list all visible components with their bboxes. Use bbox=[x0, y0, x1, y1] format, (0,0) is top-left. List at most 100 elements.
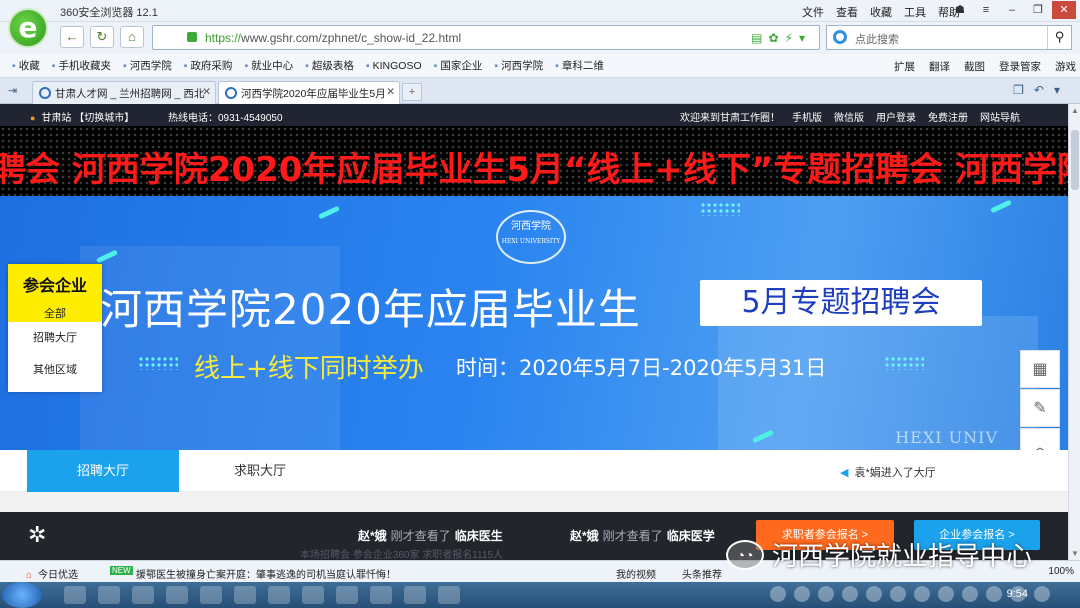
app-icon[interactable] bbox=[200, 586, 222, 604]
app-icon[interactable] bbox=[166, 586, 188, 604]
tray-icon[interactable] bbox=[938, 586, 954, 602]
headline-link[interactable]: 头条推荐 bbox=[682, 566, 722, 581]
search-icon[interactable]: ⚲ bbox=[1047, 26, 1071, 49]
tray-icon[interactable] bbox=[842, 586, 858, 602]
screenshot-button[interactable]: 截图 bbox=[964, 59, 985, 74]
qrcode-icon[interactable]: ▦ bbox=[1020, 350, 1060, 388]
scroll-down-icon[interactable]: ▼ bbox=[1069, 549, 1080, 558]
site-nav-link[interactable]: 网站导航 bbox=[980, 109, 1020, 124]
fav-item[interactable]: 就业中心 bbox=[244, 58, 293, 73]
decor-dots bbox=[884, 356, 924, 370]
exhibitor-all[interactable]: 全部 bbox=[8, 305, 102, 321]
start-button[interactable] bbox=[2, 582, 42, 608]
refresh-button[interactable]: ↻ bbox=[90, 26, 114, 48]
tray-icon[interactable] bbox=[770, 586, 786, 602]
app-icon[interactable] bbox=[404, 586, 426, 604]
translate-button[interactable]: 翻译 bbox=[929, 59, 950, 74]
new-tab-button[interactable]: + bbox=[402, 83, 422, 101]
ie-icon[interactable] bbox=[64, 586, 86, 604]
tray-icon[interactable] bbox=[890, 586, 906, 602]
app-icon[interactable] bbox=[438, 586, 460, 604]
tab-jobseeker-hall[interactable]: 求职大厅 bbox=[234, 450, 286, 492]
tray-icon[interactable] bbox=[986, 586, 1002, 602]
minimize-icon[interactable]: – bbox=[1000, 1, 1024, 19]
fav-item[interactable]: 章科二维 bbox=[555, 58, 604, 73]
skin-icon[interactable]: ☗ bbox=[948, 1, 972, 19]
decor-dash bbox=[317, 205, 341, 220]
news-ticker[interactable]: 援鄂医生被撞身亡案开庭：肇事逃逸的司机当庭认罪忏悔！ bbox=[136, 566, 396, 581]
menu-file[interactable]: 文件 bbox=[802, 4, 824, 20]
exhibitor-other[interactable]: 其他区域 bbox=[8, 354, 102, 386]
scroll-up-icon[interactable]: ▲ bbox=[1069, 106, 1080, 115]
windows-taskbar: 9:54 bbox=[0, 582, 1080, 608]
sidebar-toggle-icon[interactable]: ⇥ bbox=[8, 84, 17, 97]
tab-hexi[interactable]: 河西学院2020年应届毕业生5月 ✕ bbox=[218, 81, 400, 104]
browser-titlebar: 360安全浏览器 12.1 文件 查看 收藏 工具 帮助 ☗ ≡ – ❐ ✕ bbox=[0, 0, 1080, 22]
zoom-level[interactable]: 100% bbox=[1048, 566, 1074, 577]
my-video-link[interactable]: 我的视频 bbox=[616, 566, 656, 581]
menu-view[interactable]: 查看 bbox=[836, 4, 858, 20]
tray-icon[interactable] bbox=[914, 586, 930, 602]
login-link[interactable]: 用户登录 bbox=[876, 109, 916, 124]
exhibitor-hall[interactable]: 招聘大厅 bbox=[8, 322, 102, 354]
tab-recruit-hall[interactable]: 招聘大厅 bbox=[27, 450, 179, 492]
tray-icon[interactable] bbox=[794, 586, 810, 602]
exhibitor-nav-title: 参会企业 bbox=[22, 278, 87, 295]
extension-button[interactable]: 扩展 bbox=[894, 59, 915, 74]
address-bar[interactable]: https://www.gshr.com/zphnet/c_show-id_22… bbox=[152, 25, 820, 50]
app-icon[interactable] bbox=[336, 586, 358, 604]
games-button[interactable]: 游戏 bbox=[1055, 59, 1076, 74]
tray-icon[interactable] bbox=[1034, 586, 1050, 602]
close-icon[interactable]: ✕ bbox=[1052, 1, 1076, 19]
wechat-link[interactable]: 微信版 bbox=[834, 109, 864, 124]
menu-favorites[interactable]: 收藏 bbox=[870, 4, 892, 20]
mobile-link[interactable]: 手机版 bbox=[792, 109, 822, 124]
hotline: 热线电话：0931-4549050 bbox=[168, 113, 283, 124]
app-icon[interactable] bbox=[302, 586, 324, 604]
tray-icon[interactable] bbox=[866, 586, 882, 602]
register-link[interactable]: 免费注册 bbox=[928, 109, 968, 124]
fav-item[interactable]: 政府采购 bbox=[184, 58, 232, 73]
address-tools-icon[interactable]: ▤✿⚡▾ bbox=[751, 31, 811, 45]
home-button[interactable]: ⌂ bbox=[120, 26, 144, 48]
menu-tools[interactable]: 工具 bbox=[904, 4, 926, 20]
banner-sub-online: 线上+线下同时举办 bbox=[194, 354, 424, 384]
fav-item[interactable]: 河西学院 bbox=[123, 58, 172, 73]
tab-close-icon[interactable]: ✕ bbox=[386, 86, 395, 98]
menu-icon[interactable]: ≡ bbox=[974, 1, 998, 19]
maximize-icon[interactable]: ❐ bbox=[1026, 1, 1050, 19]
city-switch[interactable]: 甘肃站 【切换城市】 bbox=[30, 109, 134, 124]
tray-icon[interactable] bbox=[818, 586, 834, 602]
fav-item[interactable]: 超级表格 bbox=[305, 58, 354, 73]
tab-gshr[interactable]: 甘肃人才网 _ 兰州招聘网 _ 西北 ✕ bbox=[32, 81, 216, 104]
tab-close-icon[interactable]: ✕ bbox=[202, 86, 211, 98]
scroll-thumb[interactable] bbox=[1071, 130, 1079, 190]
search-engine-icon[interactable] bbox=[833, 30, 847, 44]
app-icon[interactable] bbox=[370, 586, 392, 604]
today-picks[interactable]: 今日优选 bbox=[26, 566, 78, 581]
back-button[interactable]: ← bbox=[60, 26, 84, 48]
banner-pill: 5月专题招聘会 bbox=[700, 280, 982, 326]
stats-text: 本场招聘会 参会企业360家 求职者报名1115人 bbox=[300, 550, 504, 560]
fav-item[interactable]: 收藏 bbox=[12, 58, 40, 73]
fav-item[interactable]: 河西学院 bbox=[494, 58, 543, 73]
wechat-icon: ◔◔ bbox=[726, 539, 764, 570]
folder-icon[interactable] bbox=[98, 586, 120, 604]
edit-icon[interactable]: ✎ bbox=[1020, 389, 1060, 427]
fav-item[interactable]: KINGOSO bbox=[366, 60, 422, 72]
browser360-icon[interactable] bbox=[132, 586, 154, 604]
login-manager-button[interactable]: 登录管家 bbox=[999, 59, 1041, 74]
tab-tools-icon[interactable]: ❐↶▾ bbox=[1013, 83, 1070, 97]
favorites-bar: 收藏 手机收藏夹 河西学院 政府采购 就业中心 超级表格 KINGOSO 国家企… bbox=[0, 54, 1080, 78]
clock[interactable]: 9:54 bbox=[1007, 588, 1028, 600]
top-links: 欢迎来到甘肃工作圈！ 手机版 微信版 用户登录 免费注册 网站导航 bbox=[680, 109, 1020, 124]
fav-item[interactable]: 手机收藏夹 bbox=[52, 58, 111, 73]
search-box[interactable]: 点此搜索 ⚲ bbox=[826, 25, 1072, 50]
wechat-icon[interactable] bbox=[268, 586, 290, 604]
sparkle-icon: ✲ bbox=[28, 522, 47, 547]
new-badge: NEW bbox=[110, 566, 133, 575]
qq-icon[interactable] bbox=[234, 586, 256, 604]
fav-item[interactable]: 国家企业 bbox=[434, 58, 482, 73]
tray-icon[interactable] bbox=[962, 586, 978, 602]
page-scrollbar[interactable]: ▲ ▼ bbox=[1068, 104, 1080, 560]
